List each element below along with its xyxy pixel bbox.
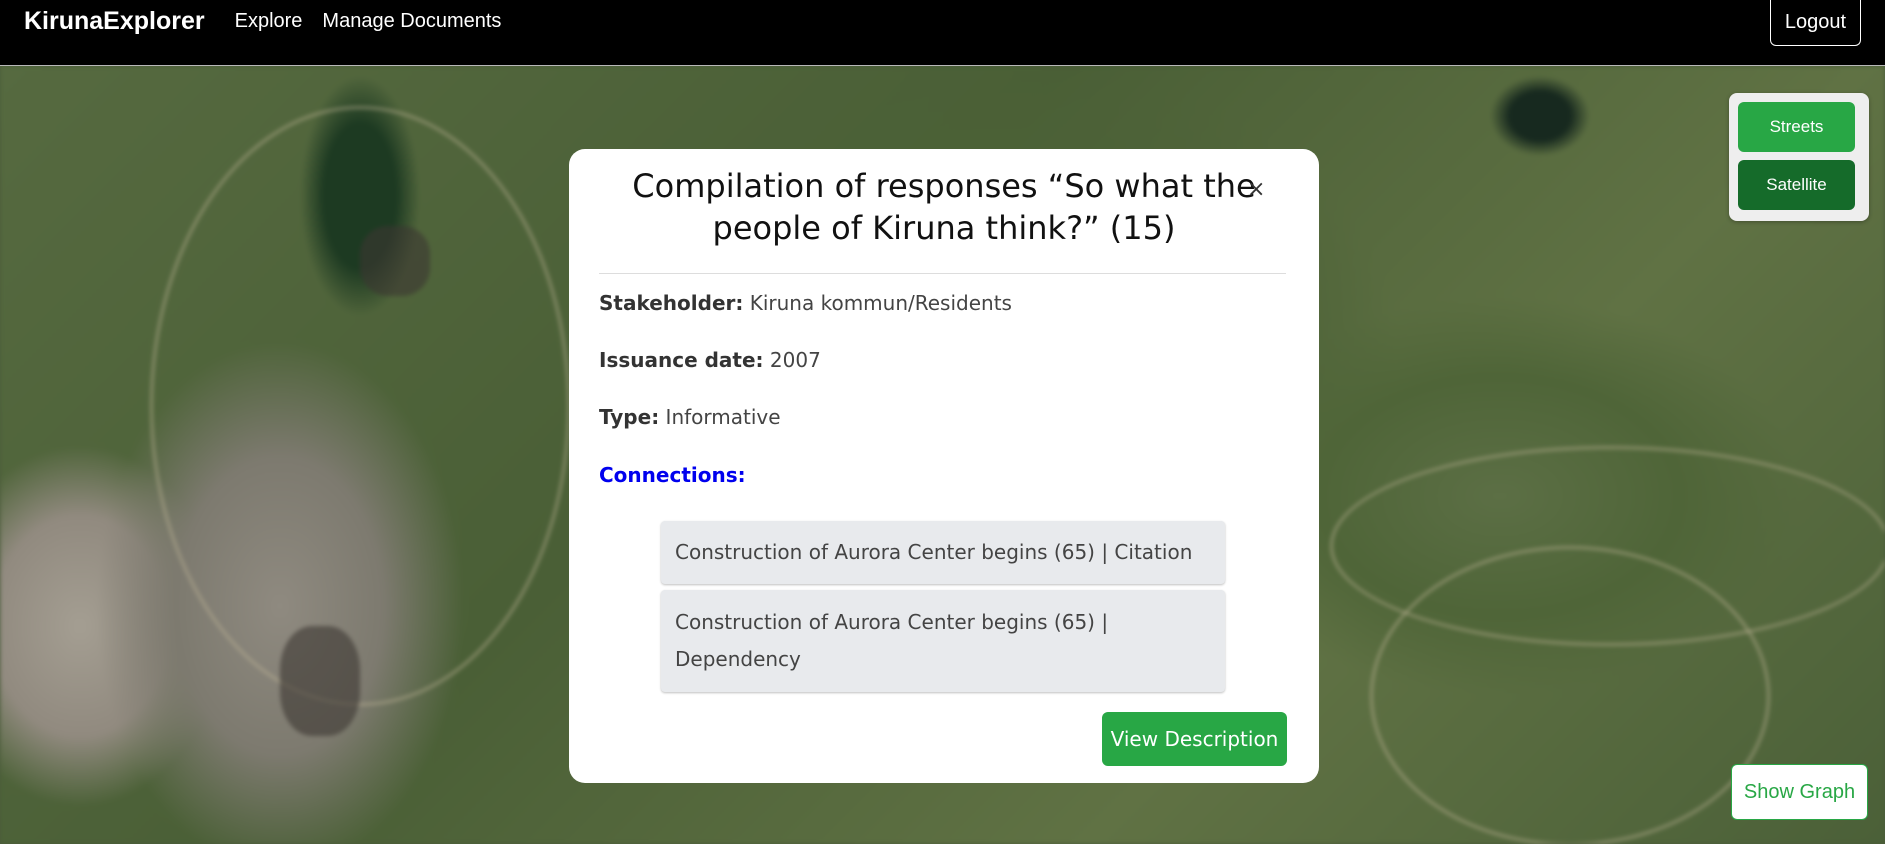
modal-title: Compilation of responses “So what the pe… <box>632 167 1256 247</box>
issuance-date-value: 2007 <box>763 348 821 372</box>
type-value: Informative <box>659 405 781 429</box>
type-label: Type: <box>599 405 660 429</box>
connection-item[interactable]: Construction of Aurora Center begins (65… <box>661 590 1225 692</box>
nav-link-explore[interactable]: Explore <box>235 10 303 33</box>
modal-divider <box>599 273 1286 274</box>
logout-button[interactable]: Logout <box>1769 0 1861 46</box>
map-road <box>1370 546 1770 844</box>
connection-item[interactable]: Construction of Aurora Center begins (65… <box>661 521 1225 584</box>
connections-heading: Connections: <box>599 463 746 487</box>
view-description-button[interactable]: View Description <box>1102 712 1287 766</box>
document-details-modal: Compilation of responses “So what the pe… <box>569 149 1319 783</box>
type-field: Type: Informative <box>599 405 781 429</box>
brand-logo[interactable]: KirunaExplorer <box>24 7 205 36</box>
close-icon[interactable]: × <box>1247 177 1265 202</box>
issuance-date-label: Issuance date: <box>599 348 764 372</box>
map-feature <box>280 626 360 736</box>
nav-link-manage-documents[interactable]: Manage Documents <box>322 10 501 33</box>
stakeholder-field: Stakeholder: Kiruna kommun/Residents <box>599 291 1012 315</box>
map-layer-switcher: Streets Satellite <box>1729 93 1869 221</box>
stakeholder-label: Stakeholder: <box>599 291 744 315</box>
satellite-layer-button[interactable]: Satellite <box>1738 160 1855 210</box>
top-navbar: KirunaExplorer Explore Manage Documents … <box>0 0 1885 66</box>
show-graph-button[interactable]: Show Graph <box>1731 764 1868 820</box>
map-feature <box>360 226 430 296</box>
issuance-date-field: Issuance date: 2007 <box>599 348 821 372</box>
streets-layer-button[interactable]: Streets <box>1738 102 1855 152</box>
stakeholder-value: Kiruna kommun/Residents <box>743 291 1012 315</box>
map-road <box>150 106 570 706</box>
